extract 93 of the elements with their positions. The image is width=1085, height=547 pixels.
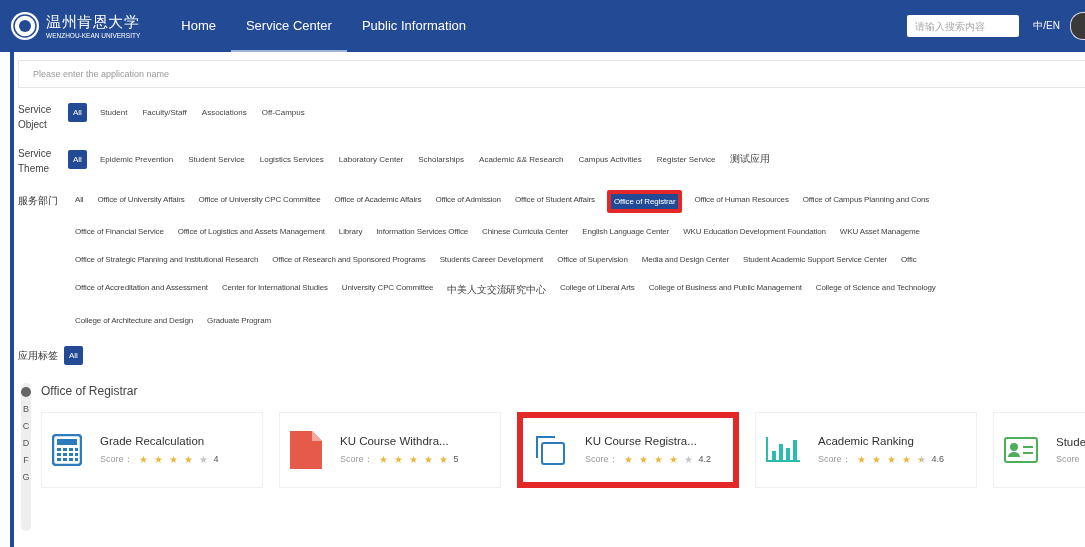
emblem-icon	[10, 11, 40, 41]
filter-chip[interactable]: Media and Design Center	[639, 250, 731, 269]
search-field[interactable]: 请输入搜索内容	[907, 15, 1020, 37]
app-card[interactable]: KU Course Withdra... Score： ★ ★ ★ ★ ★ 5	[279, 412, 501, 488]
language-link[interactable]: 中/EN	[1033, 19, 1060, 33]
filter-chip[interactable]: Center for International Studies	[219, 278, 330, 302]
filter-chip[interactable]: College of Business and Public Management	[646, 278, 804, 302]
bar-chart-icon	[766, 437, 800, 463]
filter-chip[interactable]: College of Architecture and Design	[73, 311, 196, 330]
section-title: Office of Registrar	[41, 384, 139, 398]
score-value: 5	[453, 454, 459, 464]
filter-chip[interactable]: Logistics Services	[257, 149, 326, 169]
filter-chip[interactable]: Graduate Program	[205, 311, 273, 330]
filter-chip[interactable]: Chinese Curricula Center	[480, 222, 571, 241]
index-letter[interactable]: G	[22, 472, 30, 482]
filter-label: 应用标签	[18, 348, 58, 363]
filter-chip[interactable]: English Language Center	[580, 222, 672, 241]
filter-chip[interactable]: WKU Education Development Foundation	[681, 222, 828, 241]
filter-chip[interactable]: Academic && Research	[477, 149, 566, 169]
filter-chip[interactable]: Associations	[199, 103, 249, 122]
filter-chip[interactable]: Student Academic Support Service Center	[741, 250, 890, 269]
app-card[interactable]: Stude Score	[993, 412, 1085, 488]
filter-chip[interactable]: Office of Strategic Planning and Institutional Research	[73, 250, 261, 269]
search-field[interactable]: Please enter the application name	[18, 60, 1085, 88]
app-title: Academic Ranking	[818, 434, 915, 447]
app-card[interactable]: Grade Recalculation Score： ★ ★ ★ ★ ★ 4	[41, 412, 263, 488]
filter-chip[interactable]: Office of Supervision	[555, 250, 630, 269]
filter-chip[interactable]: Offic	[899, 250, 919, 269]
university-name: 温州肯恩大学	[46, 13, 140, 32]
filter-chip[interactable]: 中美人文交流研究中心	[445, 278, 548, 302]
current-dot-icon	[21, 387, 31, 397]
app-title: KU Course Withdra...	[340, 434, 450, 447]
filter-chip[interactable]: Library	[336, 222, 365, 241]
index-letter[interactable]: C	[22, 421, 30, 431]
filter-chip[interactable]: Office of University CPC Committee	[196, 190, 323, 213]
filter-chip[interactable]: 测试应用	[728, 147, 773, 171]
filter-chip[interactable]: Register Service	[654, 149, 718, 169]
app-title: KU Course Registra...	[585, 434, 698, 447]
filter-chip[interactable]: Student Service	[186, 149, 247, 169]
calculator-icon	[52, 434, 82, 466]
filter-chip[interactable]: Students Career Development	[437, 250, 546, 269]
id-card-icon	[1004, 437, 1038, 463]
filter-chip[interactable]: Information Services Office	[374, 222, 471, 241]
filter-chip[interactable]: All	[68, 149, 87, 169]
filter-chip[interactable]: College of Liberal Arts	[557, 278, 637, 302]
nav-tab[interactable]: Home	[166, 0, 231, 52]
score-value: 4	[213, 454, 219, 464]
filter-chip[interactable]: Office of University Affairs	[95, 190, 187, 213]
filter-chip[interactable]: University CPC Committee	[339, 278, 436, 302]
filter-chip[interactable]: Laboratory Center	[336, 149, 406, 169]
filter-label: Service Theme	[18, 147, 53, 176]
index-letter[interactable]: B	[23, 404, 29, 414]
filter-chip[interactable]: Office of Academic Affairs	[332, 190, 424, 213]
filter-chip[interactable]: Office of Accreditation and Assessment	[73, 278, 210, 302]
filter-label: Service Object	[18, 103, 53, 132]
filter-chip[interactable]: Student	[97, 103, 130, 122]
score-label: Score	[1056, 454, 1080, 464]
document-icon	[290, 431, 322, 469]
filter-chip[interactable]: Office of Human Resources	[692, 190, 791, 213]
index-letter[interactable]: F	[23, 455, 29, 465]
filter-chip[interactable]: Office of Registrar	[606, 190, 683, 213]
score-label: Score：	[340, 452, 373, 466]
filter-chip[interactable]: Office of Financial Service	[73, 222, 166, 241]
avatar-icon[interactable]	[1070, 12, 1085, 40]
filter-chip[interactable]: Epidemic Prevention	[97, 149, 176, 169]
app-title: Stude	[1056, 436, 1085, 448]
app-card[interactable]: KU Course Registra... Score： ★ ★ ★ ★ ★ 4.2	[517, 412, 739, 488]
app-title: Grade Recalculation	[100, 434, 206, 447]
filter-chip[interactable]: Office of Student Affairs	[512, 190, 597, 213]
index-letter[interactable]: D	[22, 438, 30, 448]
filter-chip[interactable]: Office of Admission	[433, 190, 503, 213]
filter-chip[interactable]: All	[73, 190, 86, 213]
filter-chip[interactable]: Scholarships	[416, 149, 467, 169]
score-label: Score：	[818, 452, 851, 466]
nav-tab[interactable]: Service Center	[230, 0, 347, 52]
filter-chip[interactable]: All	[68, 103, 87, 122]
filter-chip[interactable]: Campus Activities	[576, 149, 644, 169]
filter-chip[interactable]: Faculty/Staff	[140, 103, 189, 122]
app-card[interactable]: Academic Ranking Score： ★ ★ ★ ★ ★ 4.6	[755, 412, 977, 488]
nav-tab[interactable]: Public Information	[346, 0, 481, 52]
filter-chip[interactable]: College of Science and Technology	[813, 278, 938, 302]
score-label: Score：	[585, 452, 618, 466]
score-value: 4.6	[931, 454, 945, 464]
score-label: Score：	[100, 452, 133, 466]
filter-chip[interactable]: All	[64, 346, 83, 365]
score-value: 4.2	[698, 454, 712, 464]
filter-label: 服务部门	[18, 194, 59, 208]
filter-chip[interactable]: Office of Research and Sponsored Programs	[270, 250, 428, 269]
filter-chip[interactable]: Office of Campus Planning and Cons	[800, 190, 932, 213]
filter-chip[interactable]: Off-Campus	[259, 103, 307, 122]
copy-icon	[533, 434, 567, 466]
filter-chip[interactable]: WKU Asset Manageme	[837, 222, 922, 241]
filter-chip[interactable]: Office of Logistics and Assets Management	[175, 222, 327, 241]
